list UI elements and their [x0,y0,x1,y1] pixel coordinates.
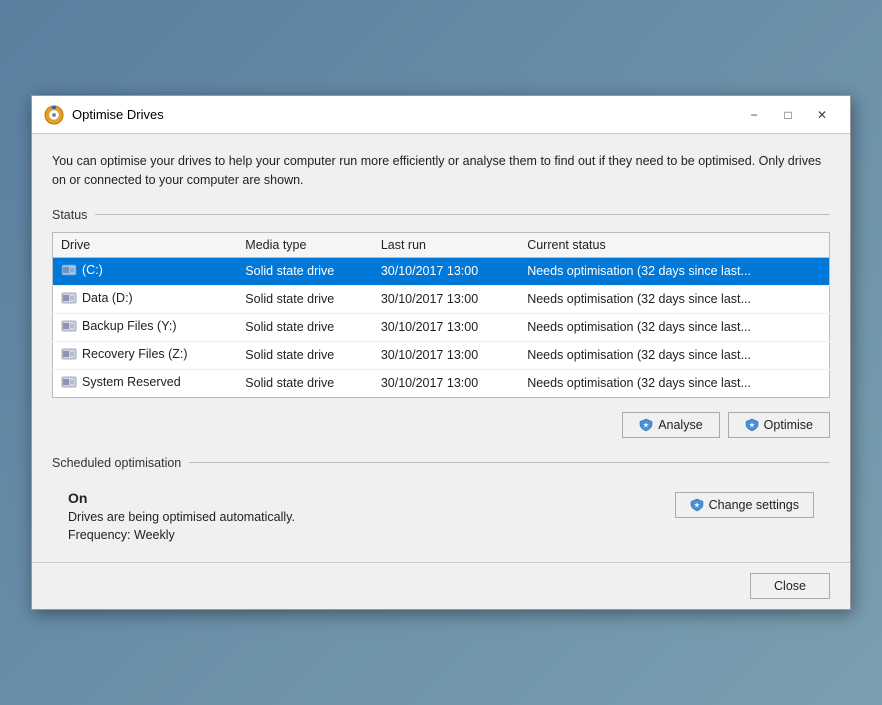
table-header: Drive Media type Last run Current status [53,232,830,257]
analyse-shield-icon: ★ [639,418,653,432]
scheduled-label: Scheduled optimisation [52,456,181,470]
titlebar: Optimise Drives − □ ✕ [32,96,850,134]
col-media-type: Media type [237,232,373,257]
status-cell: Needs optimisation (32 days since last..… [519,369,829,397]
scheduled-frequency: Frequency: Weekly [68,528,675,542]
drive-name-cell: (C:) [53,257,238,285]
table-row[interactable]: System Reserved Solid state drive30/10/2… [53,369,830,397]
disk-icon [61,318,77,334]
drive-icon-cell: Data (D:) [61,290,133,306]
close-button[interactable]: Close [750,573,830,599]
drive-icon-cell: Backup Files (Y:) [61,318,176,334]
table-row[interactable]: Data (D:) Solid state drive30/10/2017 13… [53,285,830,313]
scheduled-status: On [68,490,675,506]
media-type-cell: Solid state drive [237,257,373,285]
drive-label: (C:) [82,263,103,277]
optimise-label: Optimise [764,418,813,432]
disk-icon [61,374,77,390]
scheduled-divider [189,462,830,463]
status-label: Status [52,208,87,222]
status-divider [95,214,830,215]
svg-text:★: ★ [694,502,700,509]
media-type-cell: Solid state drive [237,369,373,397]
table-header-row: Drive Media type Last run Current status [53,232,830,257]
media-type-cell: Solid state drive [237,285,373,313]
last-run-cell: 30/10/2017 13:00 [373,341,519,369]
disk-icon [61,346,77,362]
analyse-button[interactable]: ★ Analyse [622,412,719,438]
table-body: (C:) Solid state drive30/10/2017 13:00Ne… [53,257,830,397]
disk-icon [61,290,77,306]
status-cell: Needs optimisation (32 days since last..… [519,341,829,369]
window-title: Optimise Drives [72,107,730,122]
svg-text:★: ★ [643,422,649,429]
optimise-shield-icon: ★ [745,418,759,432]
media-type-cell: Solid state drive [237,313,373,341]
media-type-cell: Solid state drive [237,341,373,369]
titlebar-icon [44,105,64,125]
drive-label: System Reserved [82,375,181,389]
col-current-status: Current status [519,232,829,257]
status-cell: Needs optimisation (32 days since last..… [519,257,829,285]
scheduled-description: Drives are being optimised automatically… [68,510,675,524]
main-content: You can optimise your drives to help you… [32,134,850,562]
drive-icon-cell: Recovery Files (Z:) [61,346,188,362]
last-run-cell: 30/10/2017 13:00 [373,313,519,341]
status-cell: Needs optimisation (32 days since last..… [519,313,829,341]
bottom-bar: Close [32,562,850,609]
scheduled-info: On Drives are being optimised automatica… [68,490,675,542]
maximize-button[interactable]: □ [772,104,804,126]
svg-text:★: ★ [749,422,755,429]
drive-label: Backup Files (Y:) [82,319,176,333]
drive-label: Data (D:) [82,291,133,305]
last-run-cell: 30/10/2017 13:00 [373,285,519,313]
window-controls: − □ ✕ [738,104,838,126]
table-row[interactable]: Backup Files (Y:) Solid state drive30/10… [53,313,830,341]
table-row[interactable]: (C:) Solid state drive30/10/2017 13:00Ne… [53,257,830,285]
scheduled-row: On Drives are being optimised automatica… [68,490,814,542]
status-section-header: Status [52,208,830,222]
action-buttons: ★ Analyse ★ Optimise [52,412,830,438]
last-run-cell: 30/10/2017 13:00 [373,257,519,285]
last-run-cell: 30/10/2017 13:00 [373,369,519,397]
minimize-button[interactable]: − [738,104,770,126]
optimise-button[interactable]: ★ Optimise [728,412,830,438]
description-text: You can optimise your drives to help you… [52,152,830,190]
drive-name-cell: Recovery Files (Z:) [53,341,238,369]
drive-icon-cell: (C:) [61,262,103,278]
window-close-button[interactable]: ✕ [806,104,838,126]
disk-icon [61,262,77,278]
scheduled-content: On Drives are being optimised automatica… [52,480,830,546]
drive-table: Drive Media type Last run Current status… [52,232,830,398]
col-last-run: Last run [373,232,519,257]
change-settings-shield-icon: ★ [690,498,704,512]
drive-name-cell: Data (D:) [53,285,238,313]
optimise-drives-window: Optimise Drives − □ ✕ You can optimise y… [31,95,851,610]
change-settings-label: Change settings [709,498,799,512]
col-drive: Drive [53,232,238,257]
status-cell: Needs optimisation (32 days since last..… [519,285,829,313]
drive-name-cell: System Reserved [53,369,238,397]
scheduled-section-header: Scheduled optimisation [52,456,830,470]
drive-icon-cell: System Reserved [61,374,181,390]
drive-label: Recovery Files (Z:) [82,347,188,361]
change-settings-button[interactable]: ★ Change settings [675,492,814,518]
analyse-label: Analyse [658,418,702,432]
table-row[interactable]: Recovery Files (Z:) Solid state drive30/… [53,341,830,369]
drive-name-cell: Backup Files (Y:) [53,313,238,341]
